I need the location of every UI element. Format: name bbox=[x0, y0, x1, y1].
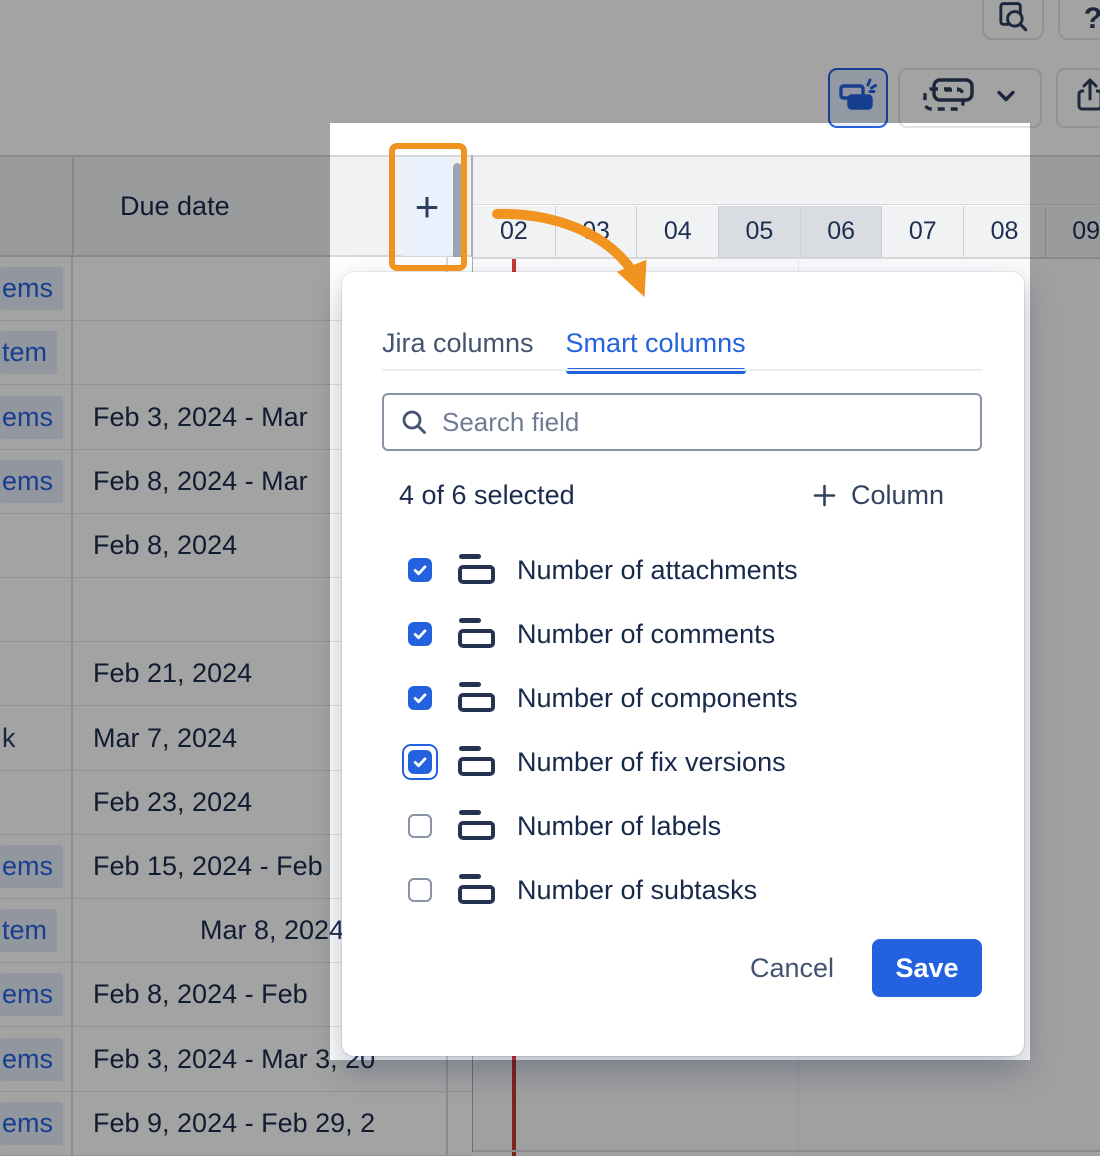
timeline-day-03: 03 bbox=[555, 206, 637, 257]
timeline-day-06: 06 bbox=[800, 206, 882, 257]
cancel-button[interactable]: Cancel bbox=[750, 953, 834, 984]
timeline-day-labels: 0203040506070809 bbox=[473, 206, 1100, 259]
checkbox-focus-ring bbox=[402, 552, 438, 588]
highlight-rectangle bbox=[389, 143, 467, 271]
checkbox-focus-ring bbox=[402, 744, 438, 780]
checkbox[interactable] bbox=[408, 622, 432, 646]
dialog-footer: Cancel Save bbox=[750, 939, 982, 997]
search-input[interactable] bbox=[440, 406, 968, 439]
field-label: Number of components bbox=[517, 683, 798, 714]
field-label: Number of subtasks bbox=[517, 875, 757, 906]
column-tray-icon bbox=[458, 681, 500, 715]
column-tray-icon bbox=[458, 745, 500, 779]
timeline-day-02: 02 bbox=[473, 206, 555, 257]
field-label: Number of labels bbox=[517, 811, 721, 842]
tabs-divider bbox=[382, 369, 982, 371]
checkbox[interactable] bbox=[408, 750, 432, 774]
dim-overlay-left bbox=[0, 123, 330, 1060]
checkbox-focus-ring bbox=[402, 680, 438, 716]
field-row[interactable]: Number of labels bbox=[382, 794, 984, 858]
field-label: Number of attachments bbox=[517, 555, 798, 586]
timeline-day-04: 04 bbox=[636, 206, 718, 257]
add-custom-column-button[interactable]: Column bbox=[811, 480, 944, 511]
field-row[interactable]: Number of subtasks bbox=[382, 858, 984, 922]
column-tray-icon bbox=[458, 809, 500, 843]
search-icon bbox=[400, 408, 428, 436]
save-button[interactable]: Save bbox=[872, 939, 982, 997]
column-tray-icon bbox=[458, 553, 500, 587]
checkbox-focus-ring bbox=[402, 808, 438, 844]
checkbox[interactable] bbox=[408, 878, 432, 902]
column-tray-icon bbox=[458, 617, 500, 651]
checkbox[interactable] bbox=[408, 686, 432, 710]
column-settings-dialog: Jira columns Smart columns 4 of 6 select… bbox=[342, 272, 1024, 1056]
field-label: Number of comments bbox=[517, 619, 775, 650]
checkbox[interactable] bbox=[408, 558, 432, 582]
plus-icon bbox=[811, 482, 838, 509]
field-label: Number of fix versions bbox=[517, 747, 786, 778]
timeline-month-band bbox=[473, 155, 1100, 205]
checkbox-focus-ring bbox=[402, 616, 438, 652]
dim-overlay-bottom bbox=[0, 1060, 1100, 1156]
field-row[interactable]: Number of attachments bbox=[382, 538, 984, 602]
selection-meta-row: 4 of 6 selected Column bbox=[382, 480, 984, 511]
dialog-tabs: Jira columns Smart columns bbox=[382, 328, 746, 370]
timeline-day-05: 05 bbox=[718, 206, 800, 257]
field-row[interactable]: Number of components bbox=[382, 666, 984, 730]
tab-jira-columns[interactable]: Jira columns bbox=[382, 328, 534, 370]
search-field-box bbox=[382, 393, 982, 451]
dim-overlay-top bbox=[0, 0, 1100, 123]
field-row[interactable]: Number of fix versions bbox=[382, 730, 984, 794]
tab-smart-columns[interactable]: Smart columns bbox=[566, 328, 746, 370]
checkbox-focus-ring bbox=[402, 872, 438, 908]
timeline-day-07: 07 bbox=[881, 206, 963, 257]
smart-columns-list: Number of attachments Number of comments N… bbox=[382, 538, 984, 922]
column-tray-icon bbox=[458, 873, 500, 907]
selected-count-label: 4 of 6 selected bbox=[399, 480, 575, 511]
field-row[interactable]: Number of comments bbox=[382, 602, 984, 666]
app-screenshot: ? bbox=[0, 0, 1100, 1156]
checkbox[interactable] bbox=[408, 814, 432, 838]
dim-overlay-right bbox=[1030, 123, 1100, 1060]
add-column-label: Column bbox=[851, 480, 944, 511]
